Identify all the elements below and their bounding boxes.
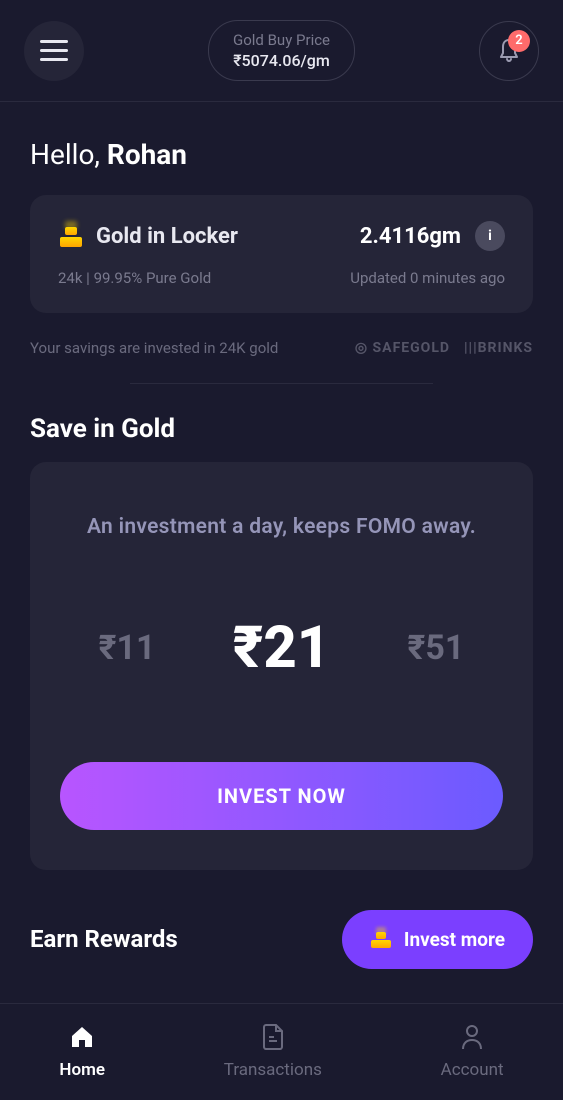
savings-text: Your savings are invested in 24K gold bbox=[30, 339, 278, 357]
amount-picker: ₹11 ₹21 ₹51 bbox=[60, 614, 503, 682]
nav-transactions-label: Transactions bbox=[224, 1060, 322, 1080]
invest-more-button[interactable]: Invest more bbox=[342, 910, 533, 969]
save-tagline: An investment a day, keeps FOMO away. bbox=[60, 512, 503, 544]
save-section-title: Save in Gold bbox=[0, 414, 563, 462]
home-icon bbox=[67, 1022, 97, 1052]
amount-option-3[interactable]: ₹51 bbox=[407, 628, 464, 668]
amount-option-1[interactable]: ₹11 bbox=[99, 628, 156, 668]
brinks-logo: |||BRINKS bbox=[464, 340, 533, 356]
divider bbox=[130, 383, 433, 384]
locker-card[interactable]: Gold in Locker 2.4116gm i 24k | 99.95% P… bbox=[30, 195, 533, 313]
locker-purity: 24k | 99.95% Pure Gold bbox=[58, 269, 211, 287]
nav-home[interactable]: Home bbox=[59, 1022, 105, 1080]
invest-now-button[interactable]: INVEST NOW bbox=[60, 762, 503, 830]
amount-option-selected[interactable]: ₹21 bbox=[233, 614, 331, 682]
locker-amount: 2.4116gm bbox=[360, 224, 461, 249]
locker-updated: Updated 0 minutes ago bbox=[350, 269, 505, 287]
greeting-prefix: Hello, bbox=[30, 138, 107, 171]
savings-info: Your savings are invested in 24K gold ◎ … bbox=[0, 313, 563, 383]
safegold-logo: ◎ SAFEGOLD bbox=[355, 340, 450, 356]
nav-transactions[interactable]: Transactions bbox=[224, 1022, 322, 1080]
notification-badge: 2 bbox=[508, 30, 530, 52]
menu-button[interactable] bbox=[24, 21, 84, 81]
price-value: ₹5074.06/gm bbox=[233, 51, 330, 70]
nav-account-label: Account bbox=[441, 1060, 504, 1080]
price-label: Gold Buy Price bbox=[233, 31, 330, 49]
bottom-nav: Home Transactions Account bbox=[0, 1003, 563, 1100]
gold-icon bbox=[370, 930, 392, 948]
gold-icon bbox=[58, 225, 84, 247]
notification-button[interactable]: 2 bbox=[479, 21, 539, 81]
rewards-row: Earn Rewards Invest more bbox=[0, 870, 563, 989]
info-icon[interactable]: i bbox=[475, 221, 505, 251]
greeting: Hello, Rohan bbox=[0, 102, 563, 195]
person-icon bbox=[457, 1022, 487, 1052]
document-icon bbox=[258, 1022, 288, 1052]
locker-title: Gold in Locker bbox=[96, 224, 238, 249]
nav-home-label: Home bbox=[59, 1060, 105, 1080]
rewards-title: Earn Rewards bbox=[30, 925, 178, 953]
nav-account[interactable]: Account bbox=[441, 1022, 504, 1080]
greeting-name: Rohan bbox=[107, 138, 187, 171]
menu-icon bbox=[40, 40, 68, 43]
gold-price-pill[interactable]: Gold Buy Price ₹5074.06/gm bbox=[208, 20, 355, 81]
invest-more-label: Invest more bbox=[404, 928, 505, 951]
header: Gold Buy Price ₹5074.06/gm 2 bbox=[0, 0, 563, 102]
save-card: An investment a day, keeps FOMO away. ₹1… bbox=[30, 462, 533, 870]
